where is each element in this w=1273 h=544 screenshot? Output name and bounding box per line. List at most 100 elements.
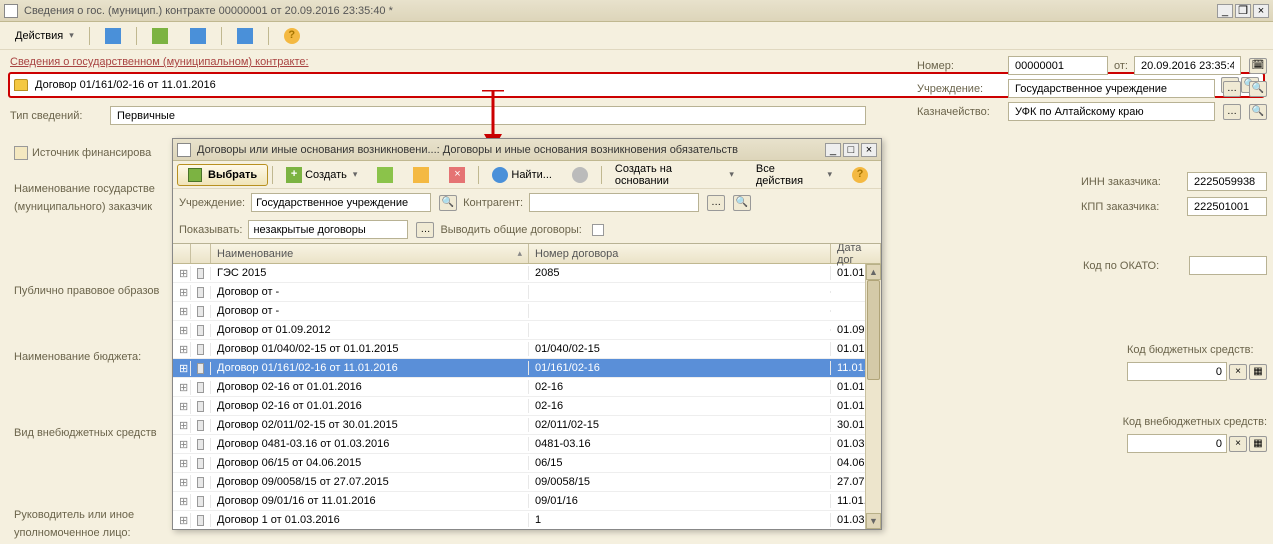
okato-group: Код по ОКАТО: — [1083, 256, 1267, 275]
kpp-field[interactable] — [1192, 200, 1262, 214]
dialog-close-button[interactable]: × — [861, 143, 877, 157]
expand-toggle[interactable]: ⊞ — [173, 380, 191, 395]
expand-toggle[interactable]: ⊞ — [173, 475, 191, 490]
tab-icon[interactable] — [14, 146, 28, 160]
table-row[interactable]: ⊞ГЭС 2015208501.01.201 — [173, 264, 881, 283]
col-date[interactable]: Дата дог — [831, 244, 881, 263]
nav-button[interactable] — [96, 24, 130, 48]
edit-icon — [377, 167, 393, 183]
expand-toggle[interactable]: ⊞ — [173, 304, 191, 319]
dlg-shared-label: Выводить общие договоры: — [440, 224, 581, 236]
help-button[interactable]: ? — [275, 24, 309, 48]
institution-browse-button[interactable]: … — [1223, 81, 1241, 97]
expand-toggle[interactable]: ⊞ — [173, 456, 191, 471]
dlg-institution-field[interactable] — [252, 197, 430, 209]
dlg-counterparty-open-button[interactable]: 🔍 — [733, 195, 751, 211]
table-row[interactable]: ⊞Договор 1 от 01.03.2016101.03.201 — [173, 511, 881, 529]
restore-button[interactable]: ❐ — [1235, 4, 1251, 18]
select-button[interactable]: Выбрать — [177, 164, 268, 186]
date-picker-button[interactable]: 🗓 — [1249, 58, 1267, 74]
budget-code-clear-button[interactable]: × — [1229, 364, 1247, 380]
table-row[interactable]: ⊞Договор 09/01/16 от 11.01.201609/01/161… — [173, 492, 881, 511]
date-field[interactable] — [1139, 59, 1236, 73]
dialog-help-button[interactable]: ? — [843, 163, 877, 187]
budget-code-field[interactable] — [1127, 362, 1227, 381]
col-name[interactable]: Наименование▴ — [211, 244, 529, 263]
document-icon — [197, 496, 204, 507]
document-icon — [197, 477, 204, 488]
dialog-filter-row-1: Учреждение: 🔍 Контрагент: … 🔍 — [173, 189, 881, 216]
create-based-button[interactable]: Создать на основании — [606, 159, 743, 191]
dlg-show-browse-button[interactable]: … — [416, 222, 434, 238]
treasury-open-button[interactable]: 🔍 — [1249, 104, 1267, 120]
expand-toggle[interactable]: ⊞ — [173, 494, 191, 509]
table-row[interactable]: ⊞Договор 09/0058/15 от 27.07.201509/0058… — [173, 473, 881, 492]
treasury-browse-button[interactable]: … — [1223, 104, 1241, 120]
dlg-show-field[interactable] — [249, 224, 407, 236]
dlg-counterparty-browse-button[interactable]: … — [707, 195, 725, 211]
expand-toggle[interactable]: ⊞ — [173, 513, 191, 528]
expand-toggle[interactable]: ⊞ — [173, 266, 191, 281]
scroll-up-button[interactable]: ▲ — [866, 264, 881, 280]
table-row[interactable]: ⊞Договор от 01.09.201201.09.201 — [173, 321, 881, 340]
table-row[interactable]: ⊞Договор 02/011/02-15 от 30.01.201502/01… — [173, 416, 881, 435]
table-row[interactable]: ⊞Договор от - — [173, 283, 881, 302]
row-number: 1 — [529, 513, 831, 527]
row-number: 06/15 — [529, 456, 831, 470]
grid-body[interactable]: ⊞ГЭС 2015208501.01.201⊞Договор от -⊞Дого… — [173, 264, 881, 529]
institution-field[interactable] — [1013, 82, 1210, 96]
col-number[interactable]: Номер договора — [529, 244, 831, 263]
go-button[interactable] — [143, 24, 177, 48]
budget-code-calc-button[interactable]: ▦ — [1249, 364, 1267, 380]
expand-toggle[interactable]: ⊞ — [173, 342, 191, 357]
close-button[interactable]: × — [1253, 4, 1269, 18]
dialog-minimize-button[interactable]: _ — [825, 143, 841, 157]
pencil-button[interactable] — [404, 163, 438, 187]
row-name: Договор 02-16 от 01.01.2016 — [211, 380, 529, 394]
table-row[interactable]: ⊞Договор 0481-03.16 от 01.03.20160481-03… — [173, 435, 881, 454]
table-row[interactable]: ⊞Договор 02-16 от 01.01.201602-1601.01.2… — [173, 397, 881, 416]
dlg-institution-open-button[interactable]: 🔍 — [439, 195, 457, 211]
find-button[interactable]: Найти... — [483, 163, 561, 187]
nonbudget-code-calc-button[interactable]: ▦ — [1249, 436, 1267, 452]
actions-menu[interactable]: Действия — [6, 26, 83, 46]
clear-find-button[interactable] — [563, 163, 597, 187]
grid-scrollbar[interactable]: ▲ ▼ — [865, 264, 881, 529]
col-expand[interactable] — [173, 244, 191, 263]
dialog-maximize-button[interactable]: □ — [843, 143, 859, 157]
expand-toggle[interactable]: ⊞ — [173, 323, 191, 338]
expand-toggle[interactable]: ⊞ — [173, 437, 191, 452]
expand-toggle[interactable]: ⊞ — [173, 399, 191, 414]
info-type-field[interactable] — [110, 106, 866, 125]
create-button[interactable]: +Создать — [277, 163, 366, 187]
table-row[interactable]: ⊞Договор 06/15 от 04.06.201506/1504.06.2… — [173, 454, 881, 473]
table-row[interactable]: ⊞Договор от - — [173, 302, 881, 321]
sort-asc-icon: ▴ — [517, 248, 522, 259]
all-actions-button[interactable]: Все действия — [747, 159, 841, 191]
nonbudget-code-clear-button[interactable]: × — [1229, 436, 1247, 452]
doc-button[interactable] — [228, 24, 262, 48]
table-row[interactable]: ⊞Договор 02-16 от 01.01.201602-1601.01.2… — [173, 378, 881, 397]
nonbudget-code-field[interactable] — [1127, 434, 1227, 453]
expand-toggle[interactable]: ⊞ — [173, 285, 191, 300]
institution-open-button[interactable]: 🔍 — [1249, 81, 1267, 97]
dlg-counterparty-label: Контрагент: — [463, 197, 523, 209]
dialog-icon — [177, 143, 191, 157]
table-row[interactable]: ⊞Договор 01/161/02-16 от 11.01.201601/16… — [173, 359, 881, 378]
list-button[interactable] — [181, 24, 215, 48]
okato-field[interactable] — [1194, 259, 1262, 273]
inn-field[interactable] — [1192, 175, 1262, 189]
dlg-counterparty-field[interactable] — [530, 197, 698, 209]
tab-finance-source[interactable]: Источник финансирова — [32, 147, 151, 159]
scroll-down-button[interactable]: ▼ — [866, 513, 881, 529]
minimize-button[interactable]: _ — [1217, 4, 1233, 18]
scroll-thumb[interactable] — [867, 280, 880, 380]
expand-toggle[interactable]: ⊞ — [173, 418, 191, 433]
treasury-field[interactable] — [1013, 105, 1210, 119]
table-row[interactable]: ⊞Договор 01/040/02-15 от 01.01.201501/04… — [173, 340, 881, 359]
edit-button[interactable] — [368, 163, 402, 187]
delete-button[interactable]: × — [440, 163, 474, 187]
dlg-shared-checkbox[interactable] — [592, 224, 604, 236]
number-field[interactable] — [1013, 59, 1103, 73]
expand-toggle[interactable]: ⊞ — [173, 361, 191, 376]
